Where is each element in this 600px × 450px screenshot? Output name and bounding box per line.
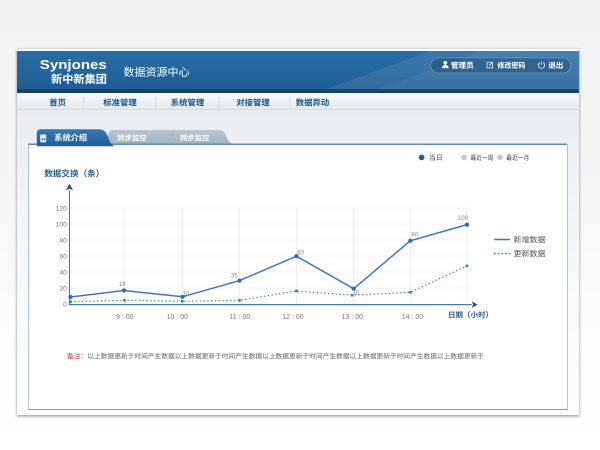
svg-text:数据交换（条）: 数据交换（条） [44,169,104,179]
svg-text:以上数据更新于时间产生数据以上数据更新于时间产生数据以上数据: 以上数据更新于时间产生数据以上数据更新于时间产生数据以上数据更新于时间产生数据以… [87,352,484,360]
svg-text:新中新集团: 新中新集团 [51,73,107,86]
svg-text:60: 60 [297,250,304,257]
svg-text:11 : 00: 11 : 00 [229,314,250,321]
svg-text:18: 18 [119,281,126,288]
svg-text:80: 80 [59,237,67,244]
svg-text:100: 100 [458,215,469,222]
svg-text:管理员: 管理员 [451,61,474,70]
svg-text:标准管理: 标准管理 [103,98,137,108]
svg-text:60: 60 [59,253,67,260]
svg-text:35: 35 [231,273,238,280]
svg-text:最近一周: 最近一周 [471,154,494,162]
svg-text:修改密码: 修改密码 [497,61,525,70]
svg-text:12 : 00: 12 : 00 [282,314,304,321]
svg-text:对接管理: 对接管理 [236,98,270,108]
svg-text:日期（小时）: 日期（小时） [448,311,493,320]
svg-text:14 : 00: 14 : 00 [402,314,424,321]
svg-text:同步监控: 同步监控 [117,133,147,142]
svg-text:当日: 当日 [429,154,443,162]
svg-text:10: 10 [183,290,190,297]
svg-text:备注：: 备注： [67,352,87,360]
svg-text:新增数据: 新增数据 [514,235,546,244]
svg-text:20: 20 [59,285,67,292]
svg-text:9 : 00: 9 : 00 [116,314,134,321]
svg-text:120: 120 [56,205,67,212]
svg-text:同步监控: 同步监控 [180,133,210,142]
svg-text:系统管理: 系统管理 [171,98,205,108]
svg-text:数据资源中心: 数据资源中心 [124,66,190,79]
svg-text:80: 80 [411,232,418,239]
svg-text:更新数据: 更新数据 [514,249,546,258]
svg-text:Synjones: Synjones [40,58,107,72]
svg-text:10 : 00: 10 : 00 [167,314,189,321]
svg-text:最近一月: 最近一月 [506,154,529,162]
svg-text:首页: 首页 [49,98,66,108]
svg-text:40: 40 [59,269,67,276]
svg-text:13 : 00: 13 : 00 [342,314,364,321]
svg-text:数据异动: 数据异动 [296,98,330,108]
svg-text:100: 100 [56,221,67,228]
svg-text:0: 0 [63,301,67,308]
svg-text:10: 10 [353,290,360,297]
svg-text:系统介绍: 系统介绍 [54,133,87,143]
svg-text:退出: 退出 [548,61,563,70]
